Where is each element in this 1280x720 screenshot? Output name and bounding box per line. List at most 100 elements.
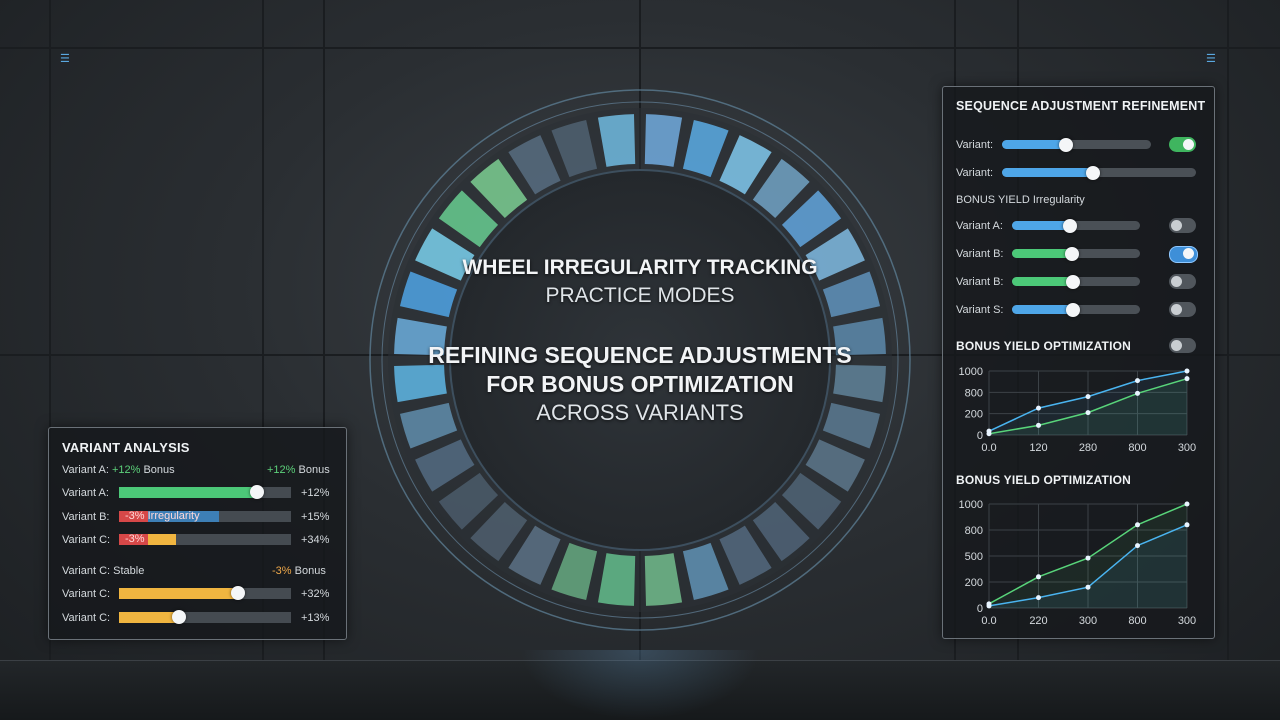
top-slider-1-label: Variant:	[956, 139, 994, 151]
data-point	[1085, 555, 1091, 561]
row-e-knob[interactable]	[172, 610, 187, 624]
row-e-label: Variant C:	[62, 612, 111, 624]
row-a-bar[interactable]	[119, 485, 291, 499]
x-tick-label: 0.0	[981, 615, 996, 627]
row-a-knob[interactable]	[249, 485, 264, 499]
bonus-slider-4[interactable]	[1012, 302, 1140, 317]
bonus-slider-3-fill	[1012, 277, 1074, 286]
bonus-slider-3-knob[interactable]	[1066, 274, 1081, 289]
bonus-slider-2-fill	[1012, 249, 1073, 258]
stable-row: Variant C: Stable	[62, 565, 144, 577]
row-d-fill	[119, 588, 238, 599]
stable-label: Variant C: Stable	[62, 565, 145, 577]
title-line-5: ACROSS VARIANTS	[536, 400, 744, 425]
bonus-slider-3[interactable]	[1012, 274, 1140, 289]
bonus-slider-4-knob[interactable]	[1066, 302, 1081, 317]
row-b-label: Variant B:	[62, 511, 110, 523]
row-b-delta: -3%	[125, 510, 145, 522]
x-tick-label: 300	[1079, 615, 1097, 627]
bonus-slider-3-label: Variant B:	[956, 276, 1004, 288]
header-right: +12% Bonus	[267, 464, 330, 476]
row-d-knob[interactable]	[230, 586, 245, 600]
data-point	[986, 431, 992, 437]
data-point	[1184, 522, 1190, 528]
title-line-4: FOR BONUS OPTIMIZATION	[486, 371, 794, 397]
stable-suffix: Bonus	[294, 565, 326, 577]
variant-analysis-title: VARIANT ANALYSIS	[62, 440, 190, 455]
top-slider-2-knob[interactable]	[1086, 165, 1101, 180]
top-slider-2[interactable]	[1002, 165, 1196, 180]
data-point	[1184, 368, 1190, 374]
x-tick-label: 300	[1178, 615, 1196, 627]
bonus-slider-1[interactable]	[1012, 218, 1140, 233]
row-d-label: Variant C:	[62, 588, 111, 600]
top-slider-1[interactable]	[1002, 137, 1151, 152]
row-b-value: +15%	[301, 511, 330, 523]
title-line-2: PRACTICE MODES	[545, 284, 735, 307]
x-tick-label: 120	[1029, 442, 1047, 454]
bonus-slider-1-knob[interactable]	[1062, 218, 1077, 233]
data-point	[1135, 378, 1140, 384]
row-c-value: +34%	[301, 534, 330, 546]
bonus-slider-2-label: Variant B:	[956, 248, 1004, 260]
row-e-bar[interactable]	[119, 610, 291, 624]
data-point	[1184, 376, 1190, 382]
chart-2-title: BONUS YIELD OPTIMIZATION	[956, 473, 1132, 487]
y-tick-label: 200	[965, 409, 983, 421]
data-point	[1085, 394, 1091, 400]
title-line-3: REFINING SEQUENCE ADJUSTMENTS	[428, 342, 852, 368]
x-tick-label: 220	[1029, 615, 1047, 627]
bonus-slider-2-knob[interactable]	[1065, 246, 1080, 261]
row-d-bar[interactable]	[119, 586, 291, 600]
row-b-fill-text: -3% Irregularity	[125, 510, 200, 522]
bonus-toggle-2[interactable]	[1169, 246, 1198, 263]
bonus-toggle-3[interactable]	[1169, 274, 1196, 289]
data-point	[1135, 522, 1140, 528]
header-right-suffix: Bonus	[298, 464, 330, 476]
header-suffix: Bonus	[143, 464, 175, 476]
row-c-fill-text: -3%	[125, 533, 145, 545]
top-slider-2-fill	[1002, 168, 1094, 177]
row-a-label: Variant A:	[62, 487, 109, 499]
menu-icon[interactable]: ☰	[60, 52, 70, 65]
data-point	[1085, 584, 1091, 590]
floor-glow	[520, 650, 760, 720]
data-point	[1036, 405, 1041, 411]
bonus-slider-4-label: Variant S:	[956, 304, 1004, 316]
top-slider-1-knob[interactable]	[1059, 137, 1074, 152]
x-tick-label: 0.0	[981, 442, 996, 454]
chart-1-toggle[interactable]	[1169, 338, 1196, 353]
header-row: Variant A: +12% Bonus	[62, 464, 175, 476]
chart-2: 0 200 500 800 1000 0.0 220 300 800 300	[959, 499, 1197, 627]
y-tick-label: 0	[977, 603, 983, 615]
data-point	[1036, 595, 1041, 601]
top-toggle-1[interactable]	[1169, 137, 1196, 152]
header-delta: +12%	[111, 464, 141, 476]
header-label: Variant A:	[62, 464, 109, 476]
bonus-toggle-4[interactable]	[1169, 302, 1196, 317]
bonus-toggle-1[interactable]	[1169, 218, 1196, 233]
y-tick-label: 0	[977, 430, 983, 442]
menu-icon-right[interactable]: ☰	[1206, 52, 1216, 65]
x-tick-label: 280	[1079, 442, 1097, 454]
variant-analysis-panel: VARIANT ANALYSIS Variant A: +12% Bonus +…	[48, 427, 347, 640]
data-point	[986, 603, 992, 609]
y-tick-label: 800	[965, 387, 983, 399]
x-tick-label: 800	[1128, 615, 1146, 627]
row-b-bar[interactable]: -3% Irregularity	[119, 510, 291, 522]
row-e-fill	[119, 612, 180, 623]
stable-right: -3% Bonus	[272, 565, 326, 577]
chart-1-title: BONUS YIELD OPTIMIZATION	[956, 339, 1132, 353]
row-a-value: +12%	[301, 487, 330, 499]
row-c-bar[interactable]: -3%	[119, 533, 291, 545]
bonus-slider-2[interactable]	[1012, 246, 1140, 261]
data-point	[1135, 390, 1140, 396]
refinement-panel: SEQUENCE ADJUSTMENT REFINEMENT Variant: …	[942, 86, 1215, 639]
bonus-slider-1-label: Variant A:	[956, 220, 1003, 232]
row-a-fill	[119, 487, 257, 498]
data-point	[1036, 422, 1041, 428]
row-e-value: +13%	[301, 612, 330, 624]
bonus-irregularity-label: BONUS YIELD Irregularity	[956, 194, 1085, 206]
row-d-value: +32%	[301, 588, 330, 600]
data-point	[1135, 543, 1140, 549]
